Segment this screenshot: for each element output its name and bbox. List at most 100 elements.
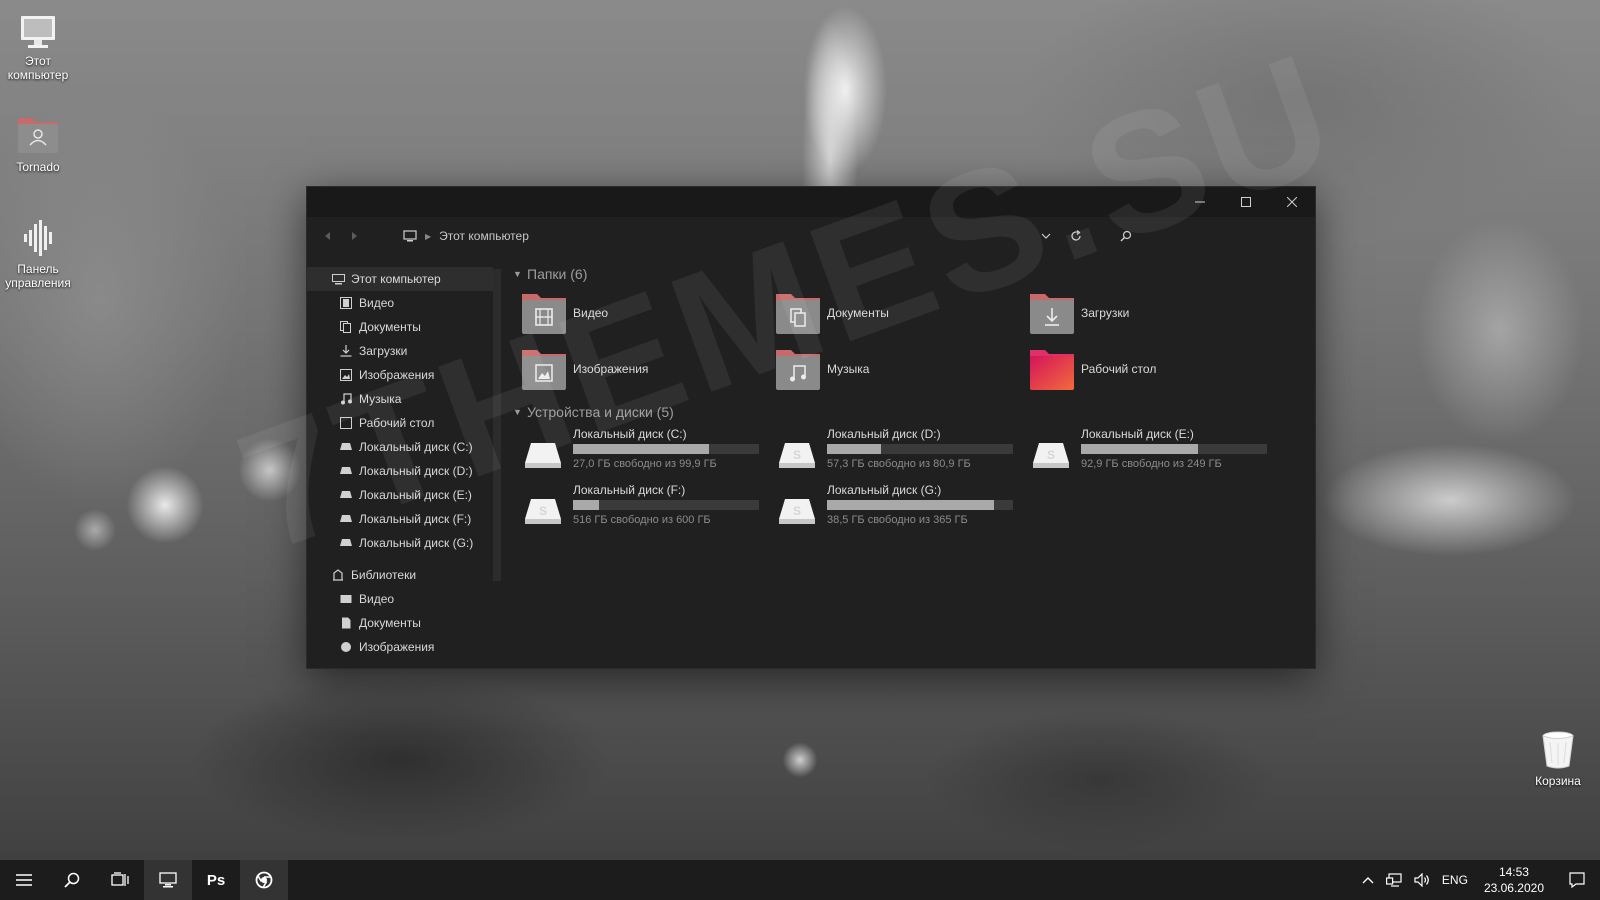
desktop-icon-label: Tornado xyxy=(16,160,60,174)
drive-tile-g[interactable]: S Локальный диск (G:) 38,5 ГБ свободно и… xyxy=(771,483,1013,533)
show-hidden-icons-button[interactable] xyxy=(1356,860,1380,900)
navigation-pane-scrollbar[interactable] xyxy=(493,269,501,581)
chevron-down-icon: ▼ xyxy=(513,269,522,279)
devices-group-header[interactable]: ▼ Устройства и диски (5) xyxy=(513,401,674,423)
svg-text:S: S xyxy=(793,448,801,462)
desktop-icon-recycle-bin[interactable]: Корзина xyxy=(1520,730,1596,788)
close-button[interactable] xyxy=(1269,187,1315,217)
folder-tile-images[interactable]: Изображения xyxy=(521,345,648,393)
task-view-icon xyxy=(111,872,129,886)
computer-icon xyxy=(331,272,345,286)
svg-text:S: S xyxy=(1047,448,1055,462)
volume-button[interactable] xyxy=(1408,860,1436,900)
breadcrumb[interactable]: ▶ Этот компьютер xyxy=(403,229,529,243)
action-center-button[interactable] xyxy=(1554,860,1600,900)
nav-item-desktop[interactable]: Рабочий стол xyxy=(307,411,493,435)
folders-group-header[interactable]: ▼ Папки (6) xyxy=(513,263,587,285)
address-history-dropdown[interactable] xyxy=(1033,223,1059,249)
address-bar: ▶ Этот компьютер xyxy=(307,217,1315,255)
nav-item-drive-d[interactable]: Локальный диск (D:) xyxy=(307,459,493,483)
video-icon xyxy=(339,592,353,606)
start-button[interactable] xyxy=(0,860,48,900)
nav-item-label: Изображения xyxy=(359,368,435,382)
drive-tile-c[interactable]: Локальный диск (C:) 27,0 ГБ свободно из … xyxy=(517,427,759,477)
close-icon xyxy=(1287,197,1297,207)
drive-free-space: 57,3 ГБ свободно из 80,9 ГБ xyxy=(827,458,971,470)
drive-free-space: 92,9 ГБ свободно из 249 ГБ xyxy=(1081,458,1222,470)
computer-icon xyxy=(403,230,417,242)
task-view-button[interactable] xyxy=(96,860,144,900)
nav-item-this-pc[interactable]: Этот компьютер xyxy=(307,267,493,291)
nav-item-label: Изображения xyxy=(359,640,435,654)
nav-item-music[interactable]: Музыка xyxy=(307,387,493,411)
folder-tile-downloads[interactable]: Загрузки xyxy=(1029,289,1129,337)
desktop-icon-label: Панель управления xyxy=(5,262,71,290)
video-folder-icon xyxy=(522,294,566,334)
taskbar-app-photoshop[interactable]: Ps xyxy=(192,860,240,900)
nav-item-drive-f[interactable]: Локальный диск (F:) xyxy=(307,507,493,531)
drive-tile-f[interactable]: S Локальный диск (F:) 516 ГБ свободно из… xyxy=(517,483,759,533)
forward-button[interactable] xyxy=(341,223,367,249)
minimize-button[interactable] xyxy=(1177,187,1223,217)
network-button[interactable] xyxy=(1380,860,1408,900)
folder-tile-videos[interactable]: Видео xyxy=(521,289,608,337)
nav-item-label: Документы xyxy=(359,320,421,334)
drive-tile-d[interactable]: S Локальный диск (D:) 57,3 ГБ свободно и… xyxy=(771,427,1013,477)
taskbar-app-file-explorer[interactable] xyxy=(144,860,192,900)
drive-name: Локальный диск (G:) xyxy=(827,483,942,497)
nav-item-label: Загрузки xyxy=(359,344,408,358)
nav-item-label: Локальный диск (D:) xyxy=(359,464,473,478)
clock[interactable]: 14:53 23.06.2020 xyxy=(1474,860,1554,900)
file-explorer-window: ▶ Этот компьютер Этот компьютер Видео До… xyxy=(306,186,1316,669)
nav-item-videos[interactable]: Видео xyxy=(307,291,493,315)
nav-item-downloads[interactable]: Загрузки xyxy=(307,339,493,363)
input-language-button[interactable]: ENG xyxy=(1436,860,1474,900)
search-button[interactable] xyxy=(48,860,96,900)
nav-item-images[interactable]: Изображения xyxy=(307,363,493,387)
forward-arrow-icon xyxy=(352,232,357,240)
nav-item-library-videos[interactable]: Видео xyxy=(307,587,493,611)
nav-item-drive-e[interactable]: Локальный диск (E:) xyxy=(307,483,493,507)
folder-tile-music[interactable]: Музыка xyxy=(775,345,869,393)
taskbar-app-chrome[interactable] xyxy=(240,860,288,900)
nav-item-library-images[interactable]: Изображения xyxy=(307,635,493,659)
drive-usage-bar xyxy=(827,444,1013,454)
folder-tile-documents[interactable]: Документы xyxy=(775,289,889,337)
video-icon xyxy=(339,296,353,310)
photoshop-icon: Ps xyxy=(206,871,226,889)
desktop-icon-label: Этот компьютер xyxy=(7,54,69,82)
documents-icon xyxy=(339,320,353,334)
nav-item-label: Видео xyxy=(359,592,395,606)
drive-tile-e[interactable]: S Локальный диск (E:) 92,9 ГБ свободно и… xyxy=(1025,427,1267,477)
folder-tile-label: Музыка xyxy=(827,362,870,376)
group-header-label: Папки (6) xyxy=(527,266,588,282)
music-icon xyxy=(339,392,353,406)
refresh-button[interactable] xyxy=(1063,223,1089,249)
desktop-icon-user-folder[interactable]: Tornado xyxy=(0,110,76,174)
breadcrumb-location[interactable]: Этот компьютер xyxy=(439,229,529,243)
nav-item-documents[interactable]: Документы xyxy=(307,315,493,339)
back-button[interactable] xyxy=(315,223,341,249)
desktop-icon-control-panel[interactable]: Панель управления xyxy=(0,218,76,290)
search-button[interactable] xyxy=(1113,223,1139,249)
downloads-icon xyxy=(339,344,353,358)
nav-item-drive-c[interactable]: Локальный диск (C:) xyxy=(307,435,493,459)
drive-icon xyxy=(525,443,561,468)
maximize-button[interactable] xyxy=(1223,187,1269,217)
nav-item-library-documents[interactable]: Документы xyxy=(307,611,493,635)
chevron-up-icon xyxy=(1362,877,1374,884)
content-pane: ▼ Папки (6) Видео Документы Загрузки Изо… xyxy=(509,263,1315,668)
images-icon xyxy=(339,640,353,654)
drive-icon xyxy=(339,512,353,526)
title-bar[interactable] xyxy=(307,187,1315,217)
drive-free-space: 27,0 ГБ свободно из 99,9 ГБ xyxy=(573,458,717,470)
nav-item-libraries[interactable]: Библиотеки xyxy=(307,563,493,587)
nav-item-drive-g[interactable]: Локальный диск (G:) xyxy=(307,531,493,555)
nav-item-label: Рабочий стол xyxy=(359,416,435,430)
folder-tile-desktop[interactable]: Рабочий стол xyxy=(1029,345,1156,393)
drive-usage-bar xyxy=(573,500,759,510)
desktop-icon-this-pc[interactable]: Этот компьютер xyxy=(0,14,76,82)
network-icon xyxy=(1385,873,1402,887)
search-icon xyxy=(64,872,80,888)
nav-item-label: Локальный диск (G:) xyxy=(359,536,474,550)
